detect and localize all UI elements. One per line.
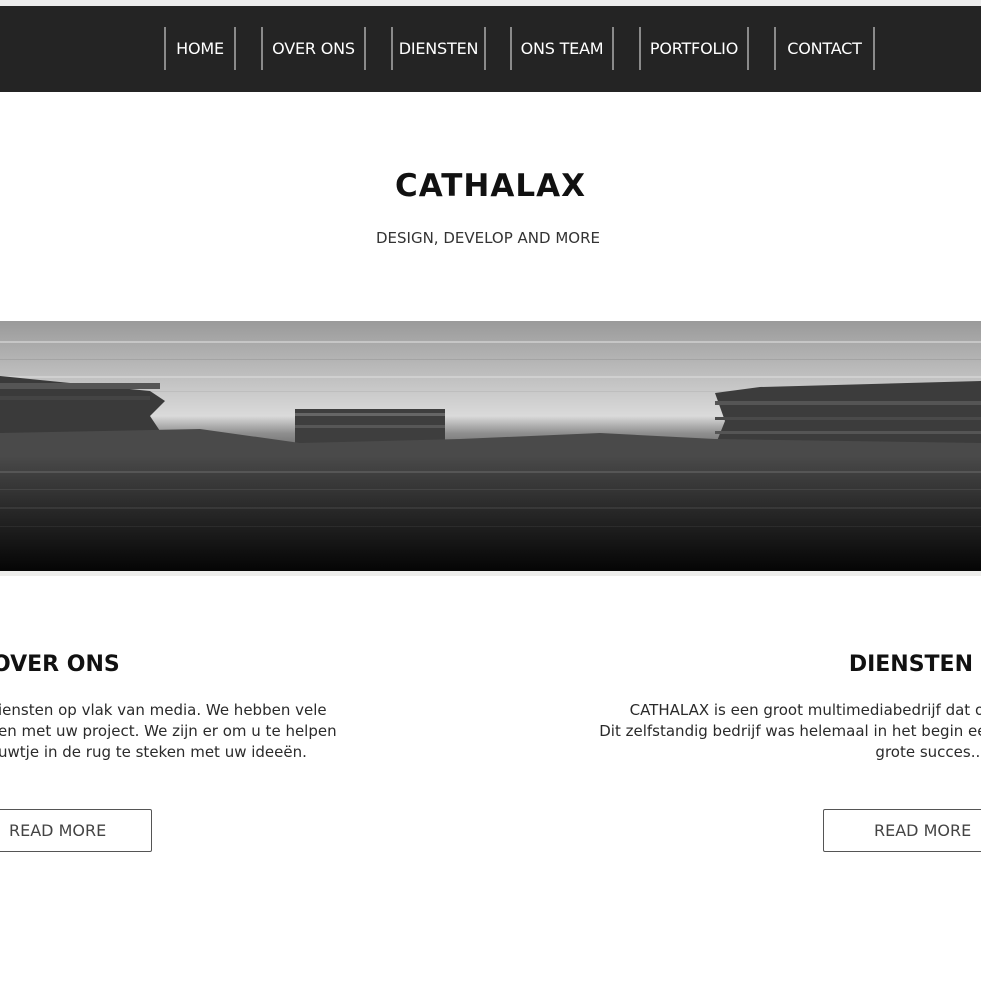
site-title: CATHALAX (394, 168, 587, 204)
nav-item-contact[interactable]: CONTACT (774, 27, 875, 70)
read-more-button-over-ons[interactable]: READ MORE (0, 809, 152, 852)
nav-item-diensten[interactable]: DIENSTEN (391, 27, 486, 70)
nav-item-portfolio[interactable]: PORTFOLIO (639, 27, 749, 70)
banner-divider (0, 571, 981, 576)
text-line: uwtje in de rug te steken met uw ideeën. (0, 743, 307, 761)
nav-item-ons-team[interactable]: ONS TEAM (510, 27, 614, 70)
site-tagline: DESIGN, DEVELOP AND MORE (375, 229, 600, 247)
text-line: en met uw project. We zijn er om u te he… (0, 722, 337, 740)
section-text-over-ons: iensten op vlak van media. We hebben vel… (0, 700, 337, 763)
section-title-over-ons: OVER ONS (0, 652, 120, 677)
nav-item-home[interactable]: HOME (164, 27, 236, 70)
section-title-diensten: DIENSTEN (848, 652, 973, 677)
text-line: Dit zelfstandig bedrijf was helemaal in … (599, 722, 981, 740)
text-line: iensten op vlak van media. We hebben vel… (0, 701, 327, 719)
main-navigation: HOME OVER ONS DIENSTEN ONS TEAM PORTFOLI… (0, 6, 981, 92)
blurred-skyline-photo (0, 321, 981, 571)
section-text-diensten: CATHALAX is een groot multimediabedrijf … (599, 700, 981, 763)
hero-banner-image (0, 321, 981, 571)
read-more-button-diensten[interactable]: READ MORE (823, 809, 981, 852)
text-line: CATHALAX is een groot multimediabedrijf … (629, 701, 981, 719)
text-line: grote succes... (875, 743, 981, 761)
nav-item-over-ons[interactable]: OVER ONS (261, 27, 366, 70)
